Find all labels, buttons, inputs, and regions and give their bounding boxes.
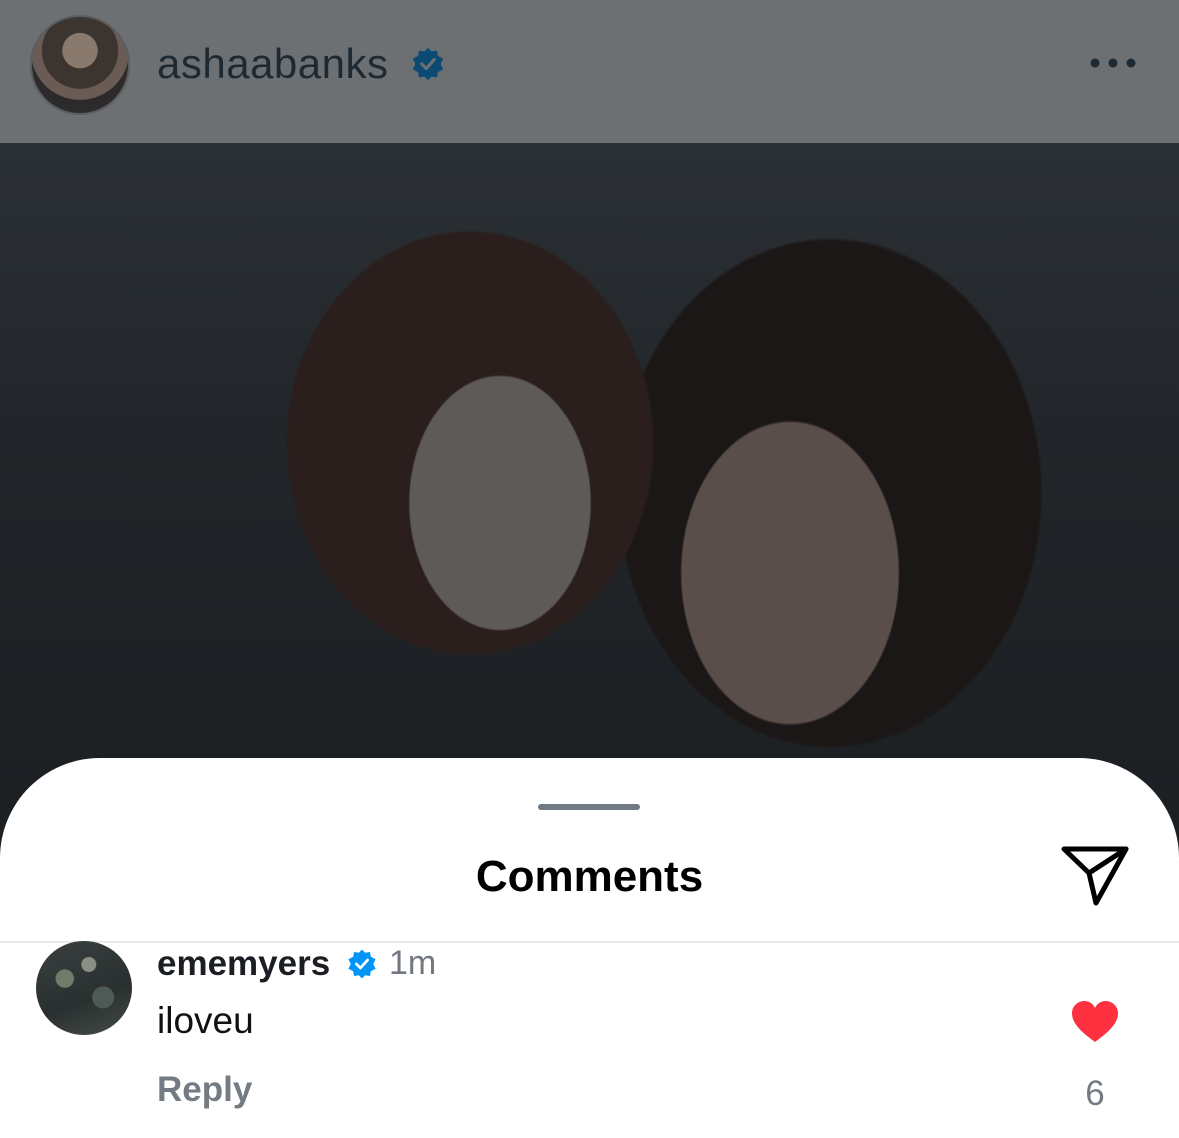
commenter-avatar[interactable] [36,941,132,1035]
like-count: 6 [1085,1074,1105,1113]
share-send-icon[interactable] [1060,843,1130,907]
post-header: ashaabanks [0,0,1179,143]
commenter-username[interactable]: ememyers [157,944,330,984]
verified-badge-icon [412,47,444,81]
post-photo [0,143,1179,863]
reply-button[interactable]: Reply [157,1070,252,1110]
sheet-drag-handle[interactable] [538,804,640,810]
verified-badge-icon [348,949,376,979]
post-username[interactable]: ashaabanks [157,40,389,88]
heart-icon[interactable] [1070,1000,1120,1044]
more-options-icon[interactable] [1088,55,1138,71]
divider [0,941,1179,943]
comment-timestamp: 1m [389,944,437,982]
comments-title: Comments [475,852,704,901]
comment-text: iloveu [157,1000,254,1041]
profile-avatar[interactable] [32,17,128,113]
